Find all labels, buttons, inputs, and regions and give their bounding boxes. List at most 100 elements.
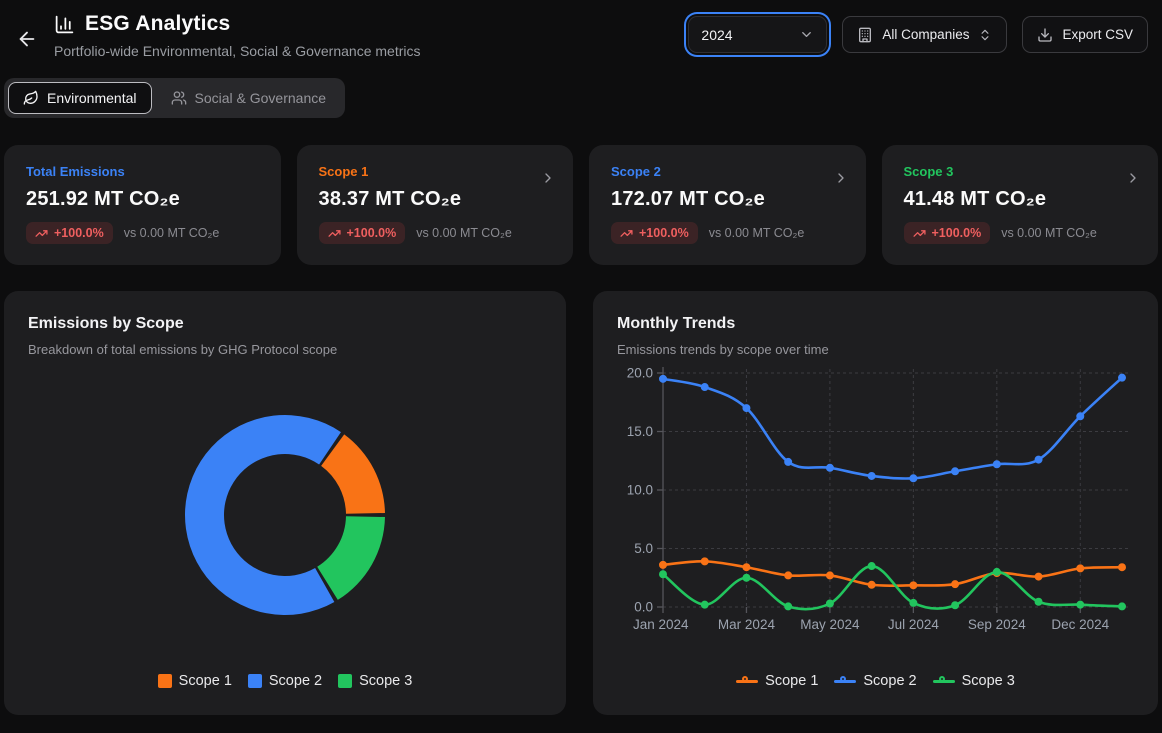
data-point-scope-3[interactable]	[785, 603, 792, 610]
data-point-scope-3[interactable]	[1119, 603, 1126, 610]
trending-up-icon	[35, 227, 48, 240]
users-icon	[171, 90, 187, 106]
company-select-value: All Companies	[882, 27, 969, 42]
data-point-scope-1[interactable]	[743, 564, 750, 571]
legend-label: Scope 2	[269, 673, 322, 689]
data-point-scope-1[interactable]	[952, 581, 959, 588]
chevron-right-icon[interactable]	[1125, 170, 1141, 186]
data-point-scope-1[interactable]	[660, 561, 667, 568]
legend-swatch	[338, 674, 352, 688]
data-point-scope-3[interactable]	[1035, 598, 1042, 605]
donut-legend: Scope 1 Scope 2 Scope 3	[28, 673, 542, 691]
leaf-icon	[23, 90, 39, 106]
compare-text: vs 0.00 MT CO₂e	[416, 226, 512, 240]
line-legend-marker	[736, 676, 758, 686]
change-badge: +100.0%	[611, 222, 698, 244]
arrow-left-icon	[16, 28, 38, 50]
page-subtitle: Portfolio-wide Environmental, Social & G…	[54, 43, 421, 59]
data-point-scope-1[interactable]	[910, 582, 917, 589]
data-point-scope-1[interactable]	[701, 558, 708, 565]
building-icon	[857, 27, 873, 43]
y-tick-label: 15.0	[627, 424, 653, 439]
year-select[interactable]: 2024	[688, 16, 827, 53]
metric-card-scope-1[interactable]: Scope 1 38.37 MT CO₂e +100.0% vs 0.00 MT…	[297, 145, 574, 265]
data-point-scope-2[interactable]	[1119, 374, 1126, 381]
metric-label: Scope 1	[319, 164, 552, 179]
metric-label: Scope 3	[904, 164, 1137, 179]
data-point-scope-3[interactable]	[910, 599, 917, 606]
data-point-scope-1[interactable]	[785, 572, 792, 579]
chart-subtitle: Emissions trends by scope over time	[617, 342, 1134, 357]
trending-up-icon	[620, 227, 633, 240]
donut-chart[interactable]	[28, 357, 542, 673]
legend-swatch	[158, 674, 172, 688]
data-point-scope-1[interactable]	[1119, 564, 1126, 571]
charts-row: Emissions by Scope Breakdown of total em…	[0, 291, 1162, 715]
data-point-scope-2[interactable]	[952, 468, 959, 475]
metric-label: Total Emissions	[26, 164, 259, 179]
x-tick-label: Mar 2024	[718, 617, 776, 632]
change-value: +100.0%	[639, 226, 689, 240]
compare-text: vs 0.00 MT CO₂e	[1001, 226, 1097, 240]
download-icon	[1037, 27, 1053, 43]
line-chart[interactable]: 0.05.010.015.020.0Jan 2024Mar 2024May 20…	[617, 361, 1134, 673]
tab-bar: Environmental Social & Governance	[4, 78, 345, 118]
trends-legend: Scope 1 Scope 2 Scope 3	[617, 673, 1134, 691]
data-point-scope-1[interactable]	[868, 581, 875, 588]
data-point-scope-2[interactable]	[660, 375, 667, 382]
change-badge: +100.0%	[904, 222, 991, 244]
data-point-scope-2[interactable]	[1035, 456, 1042, 463]
data-point-scope-1[interactable]	[826, 572, 833, 579]
metric-card-scope-3[interactable]: Scope 3 41.48 MT CO₂e +100.0% vs 0.00 MT…	[882, 145, 1159, 265]
legend-item-scope-1: Scope 1	[736, 673, 818, 689]
data-point-scope-3[interactable]	[993, 568, 1000, 575]
legend-item-scope-1: Scope 1	[158, 673, 232, 689]
data-point-scope-3[interactable]	[660, 571, 667, 578]
tab-social-governance[interactable]: Social & Governance	[156, 82, 342, 114]
back-button[interactable]	[12, 24, 42, 54]
data-point-scope-3[interactable]	[868, 563, 875, 570]
tab-environmental[interactable]: Environmental	[8, 82, 152, 114]
data-point-scope-2[interactable]	[826, 464, 833, 471]
data-point-scope-1[interactable]	[1077, 565, 1084, 572]
data-point-scope-3[interactable]	[826, 600, 833, 607]
trending-up-icon	[913, 227, 926, 240]
legend-item-scope-2: Scope 2	[248, 673, 322, 689]
change-value: +100.0%	[932, 226, 982, 240]
chevron-right-icon[interactable]	[540, 170, 556, 186]
metric-card-scope-2[interactable]: Scope 2 172.07 MT CO₂e +100.0% vs 0.00 M…	[589, 145, 866, 265]
change-value: +100.0%	[54, 226, 104, 240]
data-point-scope-3[interactable]	[952, 602, 959, 609]
data-point-scope-2[interactable]	[910, 475, 917, 482]
metric-label: Scope 2	[611, 164, 844, 179]
data-point-scope-2[interactable]	[868, 472, 875, 479]
chart-title: Monthly Trends	[617, 315, 1134, 333]
data-point-scope-3[interactable]	[701, 601, 708, 608]
metric-value: 38.37 MT CO₂e	[319, 188, 552, 211]
export-csv-button[interactable]: Export CSV	[1022, 16, 1148, 53]
metric-value: 251.92 MT CO₂e	[26, 188, 259, 211]
export-csv-label: Export CSV	[1062, 27, 1133, 42]
company-select[interactable]: All Companies	[842, 16, 1007, 53]
data-point-scope-2[interactable]	[743, 405, 750, 412]
data-point-scope-2[interactable]	[993, 461, 1000, 468]
chevron-right-icon[interactable]	[833, 170, 849, 186]
y-tick-label: 10.0	[627, 483, 653, 498]
data-point-scope-3[interactable]	[1077, 601, 1084, 608]
data-point-scope-3[interactable]	[743, 574, 750, 581]
compare-text: vs 0.00 MT CO₂e	[124, 226, 220, 240]
data-point-scope-1[interactable]	[1035, 573, 1042, 580]
donut-segment-scope-3[interactable]	[317, 516, 385, 600]
legend-label: Scope 1	[765, 673, 818, 689]
bar-chart-icon	[54, 14, 75, 35]
data-point-scope-2[interactable]	[785, 458, 792, 465]
monthly-trends-card: Monthly Trends Emissions trends by scope…	[593, 291, 1158, 715]
header-controls: 2024 All Companies Export CSV	[688, 12, 1152, 53]
data-point-scope-2[interactable]	[1077, 413, 1084, 420]
donut-segment-scope-2[interactable]	[185, 415, 341, 615]
data-point-scope-2[interactable]	[701, 384, 708, 391]
legend-label: Scope 1	[179, 673, 232, 689]
x-tick-label: Jan 2024	[633, 617, 689, 632]
legend-label: Scope 2	[863, 673, 916, 689]
chevron-down-icon	[799, 27, 814, 42]
